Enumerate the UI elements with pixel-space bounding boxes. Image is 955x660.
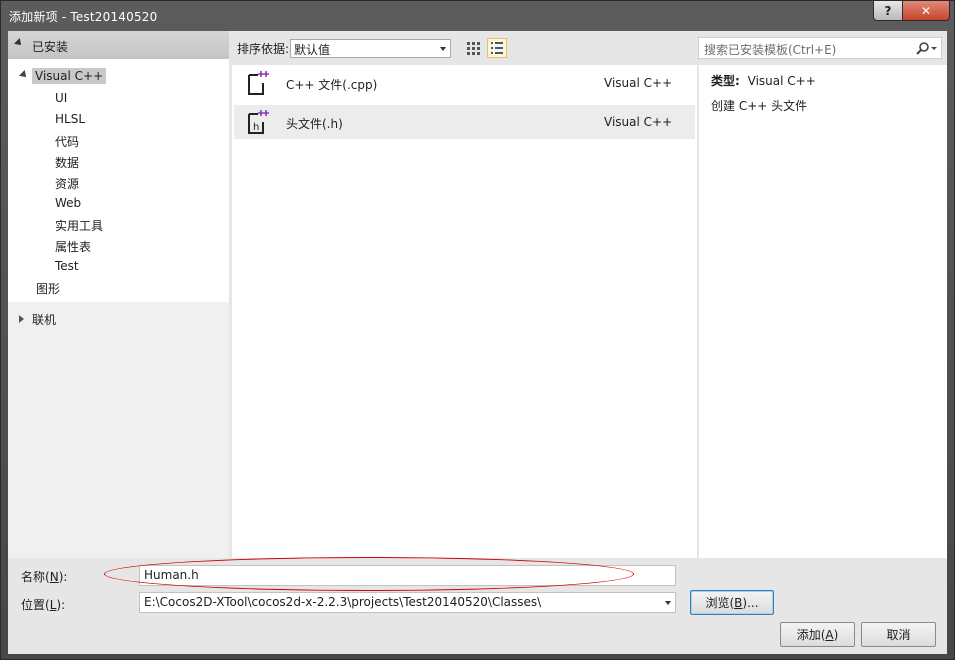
add-label: 添加(A) [796,628,839,642]
cancel-label: 取消 [886,628,911,642]
type-row: 类型: Visual C++ [711,72,816,89]
close-button[interactable]: ✕ [902,1,950,21]
tree-item-ui[interactable]: UI [55,91,67,105]
template-details: 类型: Visual C++ 创建 C++ 头文件 [699,65,947,558]
template-description: 创建 C++ 头文件 [711,99,808,113]
add-button[interactable]: 添加(A) [780,622,855,647]
collapsed-arrow-icon[interactable] [19,315,24,323]
type-label: 类型: [711,74,740,88]
close-icon: ✕ [920,3,932,18]
browse-label: 浏览(B)... [705,596,759,610]
header-file-icon: h [248,110,269,134]
annotation-ellipse [104,557,634,591]
list-view-icon [491,42,503,54]
sort-dropdown[interactable]: 默认值 [290,39,451,58]
search-icon [916,42,937,55]
view-toolbar: 排序依据: 默认值 [232,37,695,61]
list-view-button[interactable] [487,38,507,58]
search-input[interactable]: 搜索已安装模板(Ctrl+E) [698,37,942,59]
browse-button[interactable]: 浏览(B)... [690,590,774,615]
large-icons-view-button[interactable] [463,38,483,58]
tree-item-utility[interactable]: 实用工具 [55,217,103,234]
cancel-button[interactable]: 取消 [861,622,936,647]
tree-item-data[interactable]: 数据 [55,154,79,171]
template-language: Visual C++ [604,76,673,90]
tree-item-property-sheet[interactable]: 属性表 [55,238,91,255]
tree-item-hlsl[interactable]: HLSL [55,112,85,126]
category-tree: Visual C++ UI HLSL 代码 数据 资源 Web 实用工具 属性表… [8,59,229,302]
collapse-arrow-icon [14,38,24,48]
sort-value: 默认值 [294,43,331,57]
template-list: C++ 文件(.cpp) Visual C++ h 头文件(.h) Visual… [232,65,697,558]
location-value: E:\Cocos2D-XTool\cocos2d-x-2.2.3\project… [144,595,542,609]
template-name: 头文件(.h) [286,117,343,131]
type-value: Visual C++ [747,74,816,88]
name-label: 名称(N): [21,570,68,584]
title-bar[interactable]: 添加新项 - Test20140520 ? ✕ [1,1,954,31]
installed-header[interactable]: 已安装 [8,31,229,59]
sort-label: 排序依据: [237,42,290,56]
template-language: Visual C++ [604,115,673,129]
tree-item-visual-cpp[interactable]: Visual C++ [32,68,107,84]
tree-item-online[interactable]: 联机 [32,311,56,328]
expanded-arrow-icon[interactable] [19,70,29,80]
online-section: 联机 [8,302,229,558]
grid-view-icon [467,42,480,55]
svg-text:h: h [253,122,259,133]
window-title: 添加新项 - Test20140520 [9,10,158,24]
chevron-down-icon [440,47,446,51]
help-button[interactable]: ? [873,1,903,21]
template-categories-panel: 已安装 Visual C++ UI HLSL 代码 数据 资源 Web 实用工具… [8,31,229,558]
template-row-cpp[interactable]: C++ 文件(.cpp) Visual C++ [234,66,695,100]
location-label: 位置(L): [21,598,66,612]
add-new-item-dialog: 添加新项 - Test20140520 ? ✕ 已安装 Visual C++ U… [0,0,955,660]
tree-item-web[interactable]: Web [55,196,81,210]
template-name: C++ 文件(.cpp) [286,78,378,92]
cpp-file-icon [248,71,269,95]
template-row-header[interactable]: h 头文件(.h) Visual C++ [234,105,695,139]
search-placeholder: 搜索已安装模板(Ctrl+E) [704,43,837,57]
tree-item-test[interactable]: Test [55,259,79,273]
tree-item-code[interactable]: 代码 [55,133,79,150]
chevron-down-icon[interactable] [665,601,671,605]
location-combo[interactable]: E:\Cocos2D-XTool\cocos2d-x-2.2.3\project… [139,592,676,613]
tree-item-resource[interactable]: 资源 [55,175,79,192]
help-icon: ? [884,3,892,18]
installed-label: 已安装 [32,40,69,54]
tree-item-graphics[interactable]: 图形 [36,280,60,297]
